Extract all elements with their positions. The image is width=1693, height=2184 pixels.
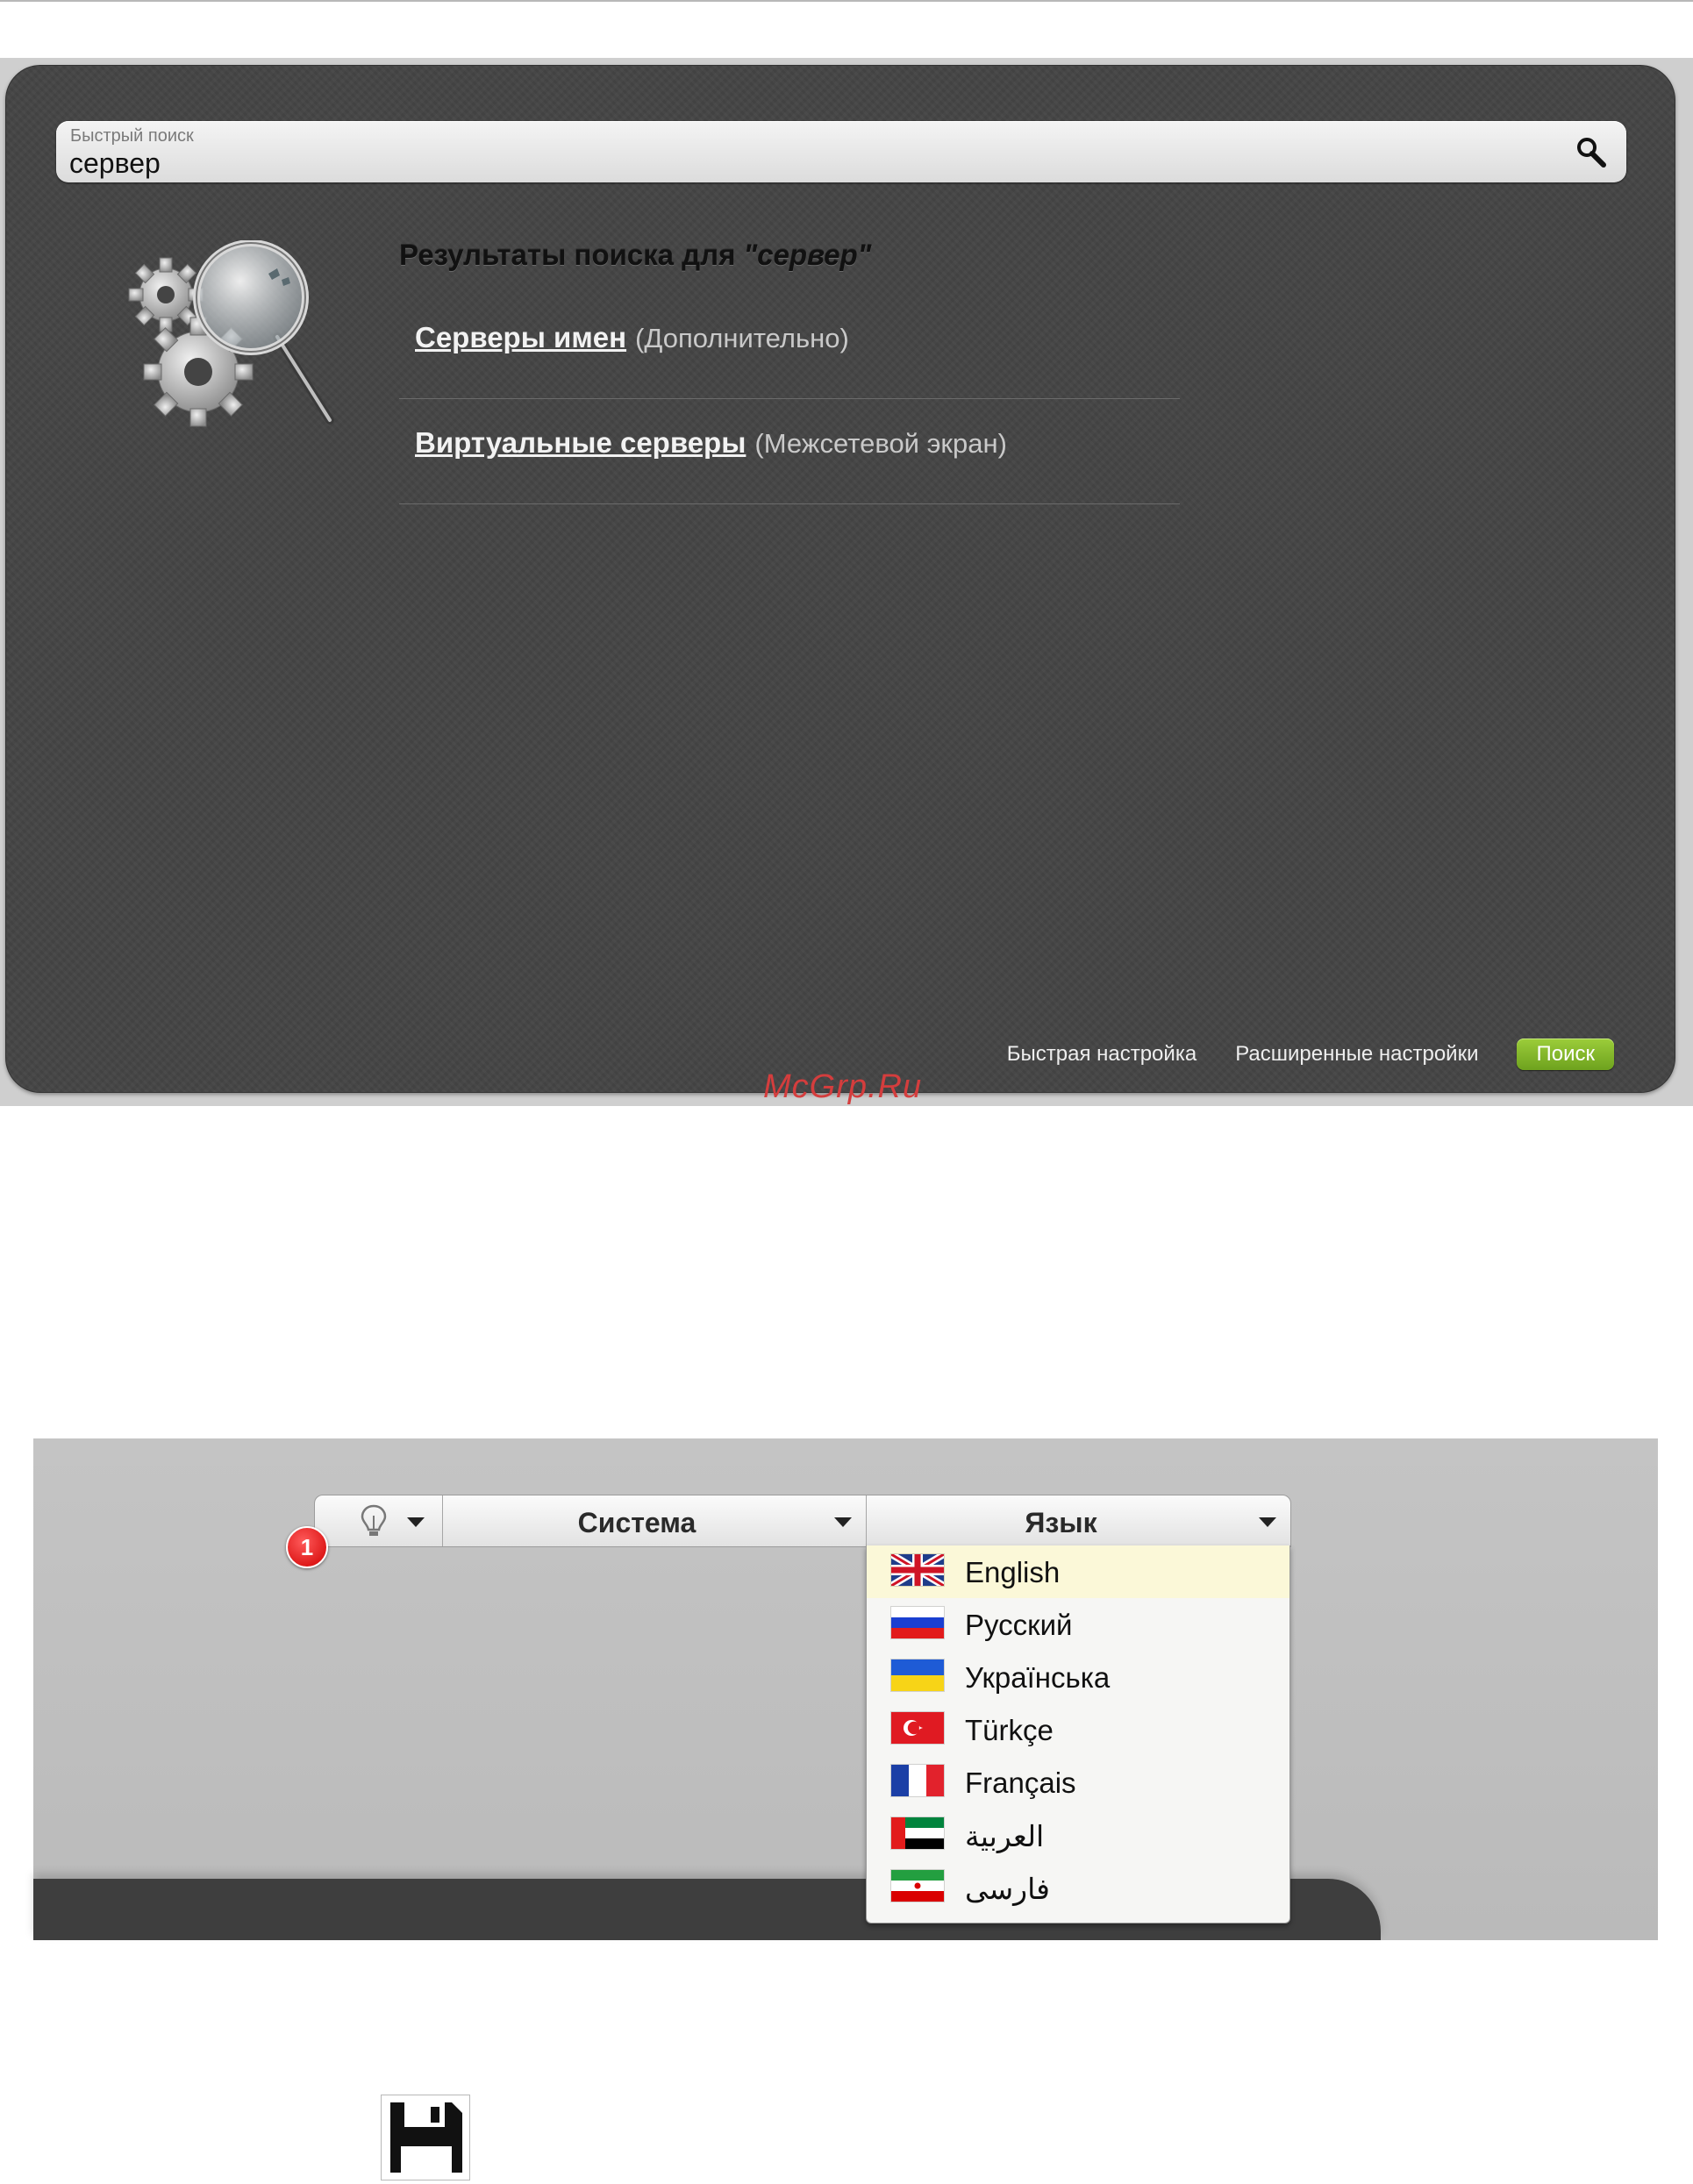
footer-nav: Быстрая настройка Расширенные настройки … <box>1007 1038 1614 1070</box>
result-section: (Межсетевой экран) <box>754 428 1007 459</box>
result-line: Серверы имен (Дополнительно) <box>415 321 849 354</box>
language-option-label: Français <box>965 1766 1076 1799</box>
language-option-label: Русский <box>965 1609 1073 1641</box>
result-line: Виртуальные серверы (Межсетевой экран) <box>415 426 1007 460</box>
france-flag-icon <box>891 1765 944 1796</box>
language-option-label: العربية <box>965 1820 1045 1852</box>
system-menu-label: Система <box>577 1507 696 1538</box>
language-menu[interactable]: Язык <box>867 1495 1290 1546</box>
chevron-down-icon <box>407 1517 425 1527</box>
system-menu[interactable]: Система <box>443 1495 867 1546</box>
chevron-down-icon <box>834 1517 852 1527</box>
russia-flag-icon <box>891 1607 944 1638</box>
iran-flag-icon <box>891 1870 944 1902</box>
gears-magnifier-icon <box>128 240 334 427</box>
language-option-label: Українська <box>965 1661 1111 1694</box>
language-option-ukrainian[interactable]: Українська <box>867 1651 1289 1703</box>
language-option-persian[interactable]: فارسی <box>867 1861 1289 1914</box>
language-dropdown: English Русский Українська Türkçe França… <box>866 1545 1290 1923</box>
ukraine-flag-icon <box>891 1659 944 1691</box>
language-option-turkish[interactable]: Türkçe <box>867 1703 1289 1756</box>
uk-flag-icon <box>891 1554 944 1586</box>
result-link-virtual-servers[interactable]: Виртуальные серверы <box>415 426 746 459</box>
language-menu-screenshot: Система Язык 1 English Русский Українськ… <box>33 1438 1658 1940</box>
hint-menu[interactable] <box>315 1495 443 1546</box>
advanced-settings-link[interactable]: Расширенные настройки <box>1235 1042 1478 1067</box>
language-option-arabic[interactable]: العربية <box>867 1809 1289 1861</box>
result-section: (Дополнительно) <box>635 323 849 353</box>
save-icon-box[interactable] <box>381 2095 470 2180</box>
top-menubar: Система Язык <box>314 1495 1291 1547</box>
language-option-label: Türkçe <box>965 1714 1054 1746</box>
turkey-flag-icon <box>891 1712 944 1744</box>
lightbulb-icon <box>361 1504 387 1536</box>
results-query: "сервер" <box>743 239 872 271</box>
search-panel: Быстрый поиск сервер Результаты поиска д… <box>5 65 1675 1093</box>
language-option-french[interactable]: Français <box>867 1756 1289 1809</box>
results-title: Результаты поиска для "сервер" <box>399 239 871 272</box>
result-item: Виртуальные серверы (Межсетевой экран) <box>399 400 1180 504</box>
language-option-label: فارسی <box>965 1873 1050 1905</box>
search-input[interactable]: Быстрый поиск сервер <box>56 121 1626 182</box>
result-link-name-servers[interactable]: Серверы имен <box>415 321 626 353</box>
search-button[interactable]: Поиск <box>1517 1038 1614 1070</box>
callout-badge: 1 <box>286 1526 328 1568</box>
floppy-disk-save-icon <box>390 2102 462 2173</box>
search-placeholder: Быстрый поиск <box>70 126 194 146</box>
page-top-rule <box>0 0 1693 2</box>
result-item: Серверы имен (Дополнительно) <box>399 295 1180 399</box>
language-option-russian[interactable]: Русский <box>867 1598 1289 1651</box>
language-option-label: English <box>965 1556 1061 1588</box>
uae-flag-icon <box>891 1817 944 1849</box>
search-page-screenshot: Быстрый поиск сервер Результаты поиска д… <box>0 58 1693 1106</box>
quick-setup-link[interactable]: Быстрая настройка <box>1007 1042 1197 1067</box>
search-value[interactable]: сервер <box>69 147 161 180</box>
language-option-english[interactable]: English <box>867 1545 1289 1598</box>
search-icon[interactable] <box>1574 135 1609 170</box>
chevron-down-icon <box>1259 1517 1276 1527</box>
language-menu-label: Язык <box>1025 1507 1097 1538</box>
results-title-prefix: Результаты поиска для <box>399 239 736 271</box>
watermark: McGrp.Ru <box>763 1068 923 1105</box>
